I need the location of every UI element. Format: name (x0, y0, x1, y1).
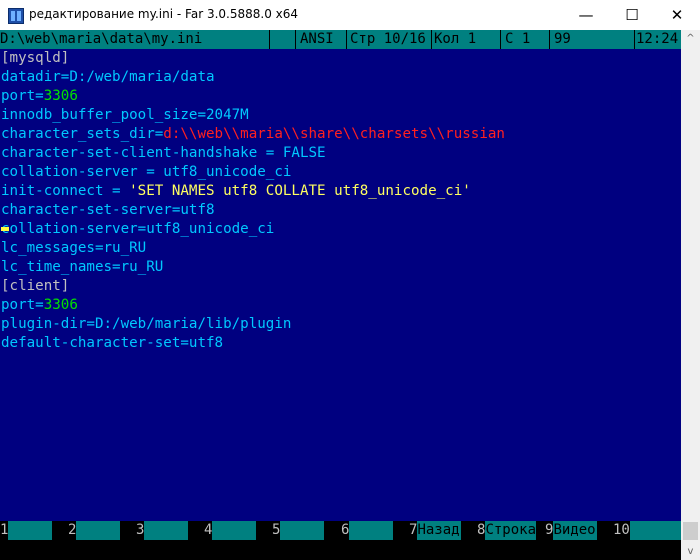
scroll-thumb[interactable] (683, 522, 698, 540)
line-text: 3306 (43, 297, 78, 313)
line-text: lc_time_names=ru_RU (1, 259, 164, 275)
function-key-number: 7 (409, 521, 418, 540)
line-text: innodb_buffer_pool_size=2047M (1, 107, 249, 123)
editor-line[interactable]: port=3306 (1, 87, 681, 106)
function-key-number: 6 (341, 521, 350, 540)
editor-line[interactable]: [client] (1, 277, 681, 296)
function-key-f2[interactable]: 2 (68, 521, 136, 540)
function-key-number: 4 (204, 521, 213, 540)
editor-line[interactable]: lc_messages=ru_RU (1, 239, 681, 258)
editor-line[interactable]: collation-server=utf8_unicode_ci (1, 220, 681, 239)
status-separator (295, 30, 296, 49)
char-code: 99 (554, 31, 571, 47)
line-text: port= (1, 88, 44, 104)
line-text: character-set-server=utf8 (1, 202, 215, 218)
function-key-number: 9 (545, 521, 554, 540)
editor-screen: D:\web\maria\data\my.ini ANSI Стр 10/16 … (0, 30, 681, 560)
editor-line[interactable]: character_sets_dir=d:\\web\\maria\\share… (1, 125, 681, 144)
editor-line[interactable]: datadir=D:/web/maria/data (1, 68, 681, 87)
function-key-label (144, 521, 188, 540)
editor-line[interactable]: init-connect = 'SET NAMES utf8 COLLATE u… (1, 182, 681, 201)
line-text: 'SET NAMES utf8 COLLATE utf8_unicode_ci' (129, 183, 471, 199)
line-text: init-connect = (1, 183, 130, 199)
function-key-f6[interactable]: 6 (341, 521, 409, 540)
function-key-label (76, 521, 120, 540)
function-key-label (629, 521, 681, 540)
function-key-label: Назад (417, 521, 461, 540)
function-key-f5[interactable]: 5 (272, 521, 340, 540)
line-text: lc_messages=ru_RU (1, 240, 147, 256)
editor-line[interactable]: port=3306 (1, 296, 681, 315)
function-key-f4[interactable]: 4 (204, 521, 272, 540)
function-key-f3[interactable]: 3 (136, 521, 204, 540)
close-button[interactable]: ✕ (654, 0, 700, 30)
console-bottom (0, 540, 681, 560)
maximize-button[interactable]: ☐ (609, 0, 655, 30)
line-text: collation-server=utf8_unicode_ci (1, 221, 275, 237)
function-key-label (212, 521, 256, 540)
function-key-label (349, 521, 393, 540)
line-position: Стр 10/16 (350, 31, 426, 47)
status-separator (549, 30, 550, 49)
editor-line[interactable]: [mysqld] (1, 49, 681, 68)
status-separator (500, 30, 501, 49)
function-key-f9[interactable]: 9 Видео (545, 521, 613, 540)
function-key-bar: 1 2 3 4 5 6 7 Назад 8 Строка 9 Видео 10 (0, 521, 681, 540)
scroll-down-icon[interactable]: v (681, 543, 700, 560)
codepage[interactable]: ANSI (300, 30, 334, 49)
line-text: [client] (1, 278, 70, 294)
function-key-number: 10 (613, 521, 630, 540)
function-key-number: 8 (477, 521, 486, 540)
function-key-number: 5 (272, 521, 281, 540)
text-editor[interactable]: [mysqld] datadir=D:/web/maria/data port=33… (1, 49, 681, 353)
editor-line[interactable]: plugin-dir=D:/web/maria/lib/plugin (1, 315, 681, 334)
status-separator (269, 30, 270, 49)
editor-line[interactable]: collation-server = utf8_unicode_ci (1, 163, 681, 182)
function-key-label: Строка (485, 521, 537, 540)
line-text: [mysqld] (1, 50, 70, 66)
text-cursor (1, 227, 9, 231)
function-key-number: 1 (0, 521, 9, 540)
minimize-button[interactable]: — (563, 0, 609, 30)
line-text: default-character-set=utf8 (1, 335, 224, 351)
function-key-f7[interactable]: 7 Назад (409, 521, 477, 540)
line-text: plugin-dir=D:/web/maria/lib/plugin (1, 316, 292, 332)
status-separator (346, 30, 347, 49)
function-key-label (280, 521, 324, 540)
function-key-f10[interactable]: 10 (613, 521, 681, 540)
line-text: datadir=D:/web/maria/data (1, 69, 215, 85)
line-text: d:\\web\\maria\\share\\charsets\\russian (163, 126, 505, 142)
editor-line[interactable]: lc_time_names=ru_RU (1, 258, 681, 277)
file-path: D:\web\maria\data\my.ini (0, 31, 203, 47)
line-text: port= (1, 297, 44, 313)
function-key-label (8, 521, 52, 540)
function-key-f1[interactable]: 1 (0, 521, 68, 540)
column-position: Кол 1 (434, 31, 477, 47)
line-text: 3306 (43, 88, 78, 104)
line-text: character-set-client-handshake = FALSE (1, 145, 326, 161)
function-key-number: 3 (136, 521, 145, 540)
clock: 12:24 (636, 31, 679, 47)
scroll-up-icon[interactable]: ^ (681, 30, 700, 47)
editor-line[interactable]: innodb_buffer_pool_size=2047M (1, 106, 681, 125)
editor-line[interactable]: default-character-set=utf8 (1, 334, 681, 353)
function-key-number: 2 (68, 521, 77, 540)
far-app-icon (8, 8, 24, 24)
char-column: С 1 (505, 31, 531, 47)
title-bar: редактирование my.ini - Far 3.0.5888.0 x… (0, 0, 700, 31)
editor-line[interactable]: character-set-client-handshake = FALSE (1, 144, 681, 163)
status-separator (634, 30, 635, 49)
vertical-scrollbar[interactable]: ^ v (681, 30, 700, 560)
line-text: character_sets_dir= (1, 126, 164, 142)
function-key-f8[interactable]: 8 Строка (477, 521, 545, 540)
line-text: collation-server = utf8_unicode_ci (1, 164, 292, 180)
status-separator (431, 30, 432, 49)
window-title: редактирование my.ini - Far 3.0.5888.0 x… (29, 7, 299, 21)
function-key-label: Видео (553, 521, 597, 540)
editor-status-bar: D:\web\maria\data\my.ini ANSI Стр 10/16 … (0, 30, 681, 49)
editor-line[interactable]: character-set-server=utf8 (1, 201, 681, 220)
